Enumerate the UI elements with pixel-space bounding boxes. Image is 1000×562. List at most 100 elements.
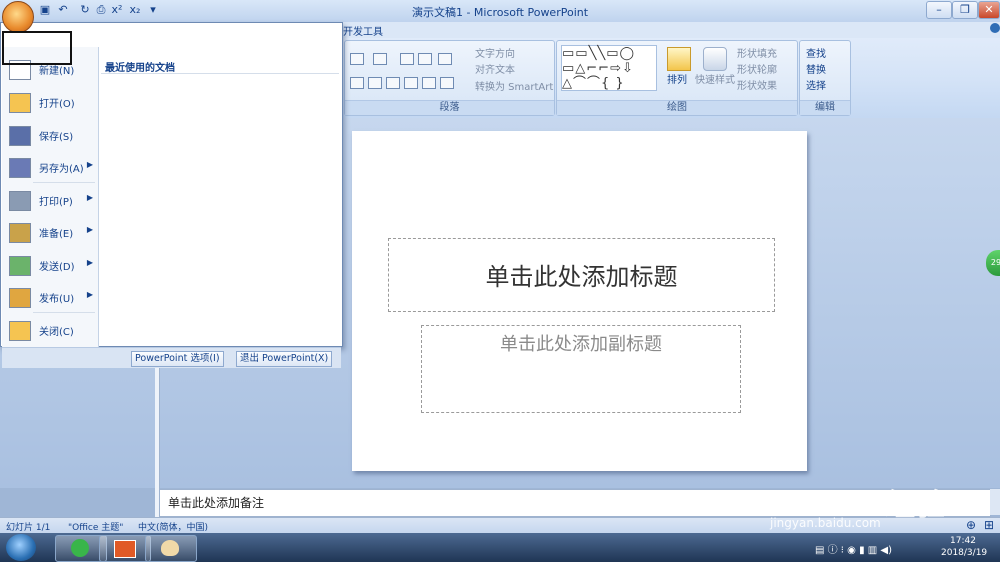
title-bar: 演示文稿1 - Microsoft PowerPoint ▣ ↶ ↻ ⎙ x² …	[0, 0, 1000, 23]
align-text-button[interactable]: 对齐文本	[475, 61, 515, 76]
office-menu-item[interactable]: 打开(O)	[3, 87, 97, 117]
office-menu-item-label: 发布(U)	[39, 294, 75, 305]
menu-separator	[33, 312, 95, 313]
office-button[interactable]	[2, 1, 34, 33]
customize-toolbar-icon[interactable]: ▾	[146, 3, 160, 17]
save-icon[interactable]: ▣	[38, 3, 52, 17]
shape-fill-button[interactable]: 形状填充	[737, 45, 777, 60]
publish-icon	[9, 288, 31, 308]
align-left-icon[interactable]	[350, 77, 364, 89]
office-menu: 最近使用的文档 新建(N) 打开(O) 保存(S) 另存为(A) ▶ 打印(P) ▶ 准备(E…	[0, 22, 343, 368]
watermark-url: jingyan.baidu.com	[770, 516, 881, 530]
line-spacing-icon[interactable]	[438, 53, 452, 65]
shapes-gallery[interactable]: ▭▭╲╲▭◯ ▭△⌐⌐⇨⇩ △⌒⌒{ }	[561, 45, 657, 91]
recent-documents-title: 最近使用的文档	[105, 63, 175, 74]
convert-smartart-button[interactable]: 转换为 SmartArt	[475, 78, 553, 93]
open-folder-icon	[9, 93, 31, 113]
redo-icon[interactable]: ↻	[78, 3, 92, 17]
office-menu-item[interactable]: 打印(P) ▶	[3, 185, 97, 215]
close-button[interactable]: ✕	[978, 1, 1000, 19]
arrange-button[interactable]: 排列	[667, 71, 687, 86]
submenu-arrow-icon: ▶	[86, 290, 93, 299]
office-menu-item-label: 保存(S)	[39, 132, 74, 143]
align-center-icon[interactable]	[368, 77, 382, 89]
office-menu-item-label: 发送(D)	[39, 262, 75, 273]
quick-styles-icon[interactable]	[703, 47, 727, 71]
increase-indent-icon[interactable]	[418, 53, 432, 65]
shape-effects-button[interactable]: 形状效果	[737, 77, 777, 92]
taskbar-paint-icon[interactable]	[145, 535, 197, 562]
fit-slide-icon[interactable]: ⊞	[984, 518, 994, 532]
submenu-arrow-icon: ▶	[86, 160, 93, 169]
browser-logo-icon	[71, 539, 89, 557]
powerpoint-options-button[interactable]: PowerPoint 选项(I)	[131, 351, 224, 367]
exit-powerpoint-button[interactable]: 退出 PowerPoint(X)	[236, 351, 333, 367]
save-icon	[9, 126, 31, 146]
office-menu-item[interactable]: 保存(S)	[3, 120, 97, 150]
submenu-arrow-icon: ▶	[86, 193, 93, 202]
select-button[interactable]: 选择	[806, 77, 826, 92]
help-icon[interactable]	[990, 23, 1000, 33]
paragraph-group-label: 段落	[345, 100, 554, 115]
clock-date[interactable]: 2018/3/19	[941, 548, 987, 558]
find-button[interactable]: 查找	[806, 45, 826, 60]
clock-time[interactable]: 17:42	[950, 536, 976, 546]
title-placeholder-text: 单击此处添加标题	[485, 263, 678, 291]
subtitle-placeholder[interactable]: 单击此处添加副标题	[421, 325, 741, 413]
notes-placeholder: 单击此处添加备注	[168, 496, 265, 510]
drawing-group: ▭▭╲╲▭◯ ▭△⌐⌐⇨⇩ △⌒⌒{ } 排列 快速样式 形状填充 形状轮廓 形状效…	[556, 40, 798, 116]
slide-counter: 幻灯片 1/1	[6, 523, 51, 533]
paint-logo-icon	[161, 540, 179, 556]
save-as-icon	[9, 158, 31, 178]
print-preview-icon[interactable]: ⎙	[94, 3, 108, 17]
theme-name: "Office 主题"	[68, 523, 124, 533]
columns-icon[interactable]	[440, 77, 454, 89]
office-menu-item[interactable]: 另存为(A) ▶	[3, 152, 97, 182]
text-direction-button[interactable]: 文字方向	[475, 45, 515, 60]
editing-group-label: 编辑	[800, 100, 850, 115]
powerpoint-logo-icon	[114, 540, 136, 558]
close-folder-icon	[9, 321, 31, 341]
start-button[interactable]	[6, 534, 36, 561]
office-menu-item[interactable]: 发送(D) ▶	[3, 250, 97, 280]
minimize-button[interactable]: –	[926, 1, 952, 19]
justify-icon[interactable]	[404, 77, 418, 89]
office-menu-item[interactable]: 发布(U) ▶	[3, 282, 97, 312]
align-right-icon[interactable]	[386, 77, 400, 89]
replace-button[interactable]: 替换	[806, 61, 826, 76]
distribute-icon[interactable]	[422, 77, 436, 89]
paragraph-group: 文字方向 对齐文本 转换为 SmartArt 段落	[344, 40, 555, 116]
office-menu-item-label: 打开(O)	[39, 99, 75, 110]
office-menu-item-label: 关闭(C)	[39, 327, 74, 338]
menu-separator	[33, 182, 95, 183]
undo-icon[interactable]: ↶	[56, 3, 70, 17]
bullets-icon[interactable]	[350, 53, 364, 65]
shape-outline-button[interactable]: 形状轮廓	[737, 61, 777, 76]
editing-group: 查找 替换 选择 编辑	[799, 40, 851, 116]
notes-scrollbar[interactable]	[990, 489, 1000, 515]
office-menu-item[interactable]: 准备(E) ▶	[3, 217, 97, 247]
submenu-arrow-icon: ▶	[86, 258, 93, 267]
zoom-in-icon[interactable]: ⊕	[966, 518, 976, 532]
print-icon	[9, 191, 31, 211]
submenu-arrow-icon: ▶	[86, 225, 93, 234]
language-indicator[interactable]: 中文(简体，中国)	[138, 520, 208, 533]
send-icon	[9, 256, 31, 276]
numbering-icon[interactable]	[373, 53, 387, 65]
superscript-icon[interactable]: x²	[110, 3, 124, 17]
subscript-icon[interactable]: x₂	[128, 3, 142, 17]
tab-developer[interactable]: 开发工具	[343, 23, 383, 38]
office-menu-item[interactable]: 关闭(C)	[3, 315, 97, 345]
restore-button[interactable]: ❐	[952, 1, 978, 19]
quick-styles-button[interactable]: 快速样式	[695, 71, 735, 86]
tray-icons[interactable]: ▤ ⓘ ⁝ ◉ ▮ ▥ ◀)	[815, 541, 892, 556]
decrease-indent-icon[interactable]	[400, 53, 414, 65]
taskbar-powerpoint-icon[interactable]	[99, 535, 151, 562]
office-menu-item-label: 打印(P)	[39, 197, 73, 208]
title-placeholder[interactable]: 单击此处添加标题	[388, 238, 775, 312]
prepare-icon	[9, 223, 31, 243]
arrange-icon[interactable]	[667, 47, 691, 71]
drawing-group-label: 绘图	[557, 100, 797, 115]
highlight-box	[2, 31, 72, 65]
office-menu-item-label: 另存为(A)	[39, 164, 84, 175]
